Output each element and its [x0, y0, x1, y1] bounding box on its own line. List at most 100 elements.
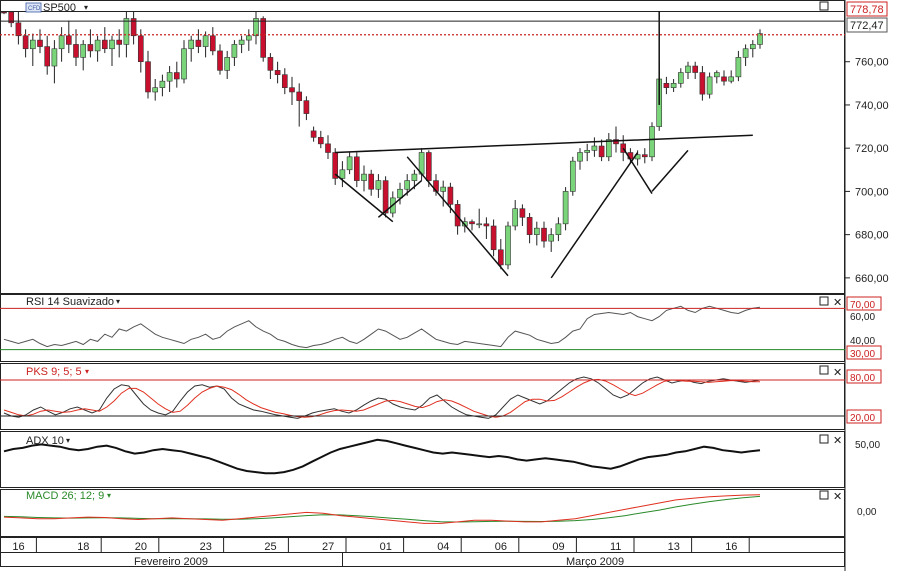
candle-body [22, 35, 29, 50]
candle-body [173, 72, 180, 80]
time-axis-day-label: 13 [668, 541, 680, 553]
candle-body [361, 173, 367, 181]
candle-body [555, 223, 562, 235]
candle-body [101, 39, 108, 50]
candle-body [598, 145, 605, 158]
dropdown-icon[interactable]: ▾ [107, 491, 111, 500]
symbol-label[interactable]: SP500 [43, 2, 76, 14]
candle-body [281, 74, 288, 88]
candle-body [483, 223, 490, 227]
time-axis-day-label: 23 [200, 541, 212, 553]
price-axis-label: 680,00 [855, 230, 889, 242]
candle-body [605, 139, 612, 158]
candle-body [109, 39, 115, 50]
candle-body [404, 180, 411, 190]
month-label-feb: Fevereiro 2009 [134, 556, 208, 568]
dropdown-icon[interactable]: ▾ [85, 367, 89, 376]
candle-body [29, 39, 36, 50]
candle-body [375, 180, 382, 190]
time-axis-day-label: 16 [12, 541, 24, 553]
candle-body [735, 57, 742, 78]
candle-body [289, 87, 295, 93]
candle-body [447, 186, 454, 205]
cfd-badge-label: CFD [28, 6, 41, 12]
maximize-icon[interactable] [819, 296, 829, 306]
candle-body [166, 72, 173, 82]
candle-body [209, 35, 216, 52]
candle-body [37, 39, 43, 47]
candle-body [677, 72, 684, 84]
candle-body [505, 225, 511, 266]
pks-high-tag: 80,00 [850, 373, 875, 384]
candle-body [145, 61, 151, 93]
candle-body [87, 44, 94, 52]
candle-body [490, 225, 497, 251]
rsi-axis-40: 40,00 [850, 336, 875, 347]
candle-body [548, 234, 555, 242]
candle-body [152, 87, 159, 93]
adx-axis-50: 50,00 [855, 440, 880, 451]
candle-body [15, 22, 22, 37]
candle-body [188, 39, 195, 50]
candle-body [749, 44, 756, 50]
dropdown-icon[interactable]: ▾ [66, 436, 70, 445]
candle-body [469, 221, 475, 225]
candle-body [663, 83, 670, 88]
candle-body [116, 39, 123, 45]
price-axis-label: 700,00 [855, 186, 889, 198]
chart-stage: CFD SP500 ▾ 778,78 772,47 760,00 740,00 72… [0, 0, 901, 571]
candle-body [440, 186, 447, 192]
candle-body [728, 76, 735, 82]
close-icon[interactable]: ✕ [833, 367, 842, 379]
candle-body [224, 57, 231, 71]
maximize-icon[interactable] [819, 434, 829, 444]
candle-body [231, 44, 238, 58]
maximize-icon[interactable] [819, 1, 829, 11]
price-tag-current: 772,47 [850, 20, 884, 32]
candle-body [353, 156, 360, 181]
macd-axis-0: 0,00 [857, 507, 877, 518]
price-axis-label: 740,00 [855, 100, 889, 112]
candle-body [685, 65, 691, 73]
time-axis-day-label: 04 [437, 541, 449, 553]
candle-body [260, 18, 267, 58]
candle-body [159, 80, 166, 88]
candle-body [58, 35, 65, 50]
candle-body [476, 223, 483, 226]
candle-body [202, 35, 209, 47]
candle-body [526, 217, 533, 235]
candle-body [512, 208, 519, 227]
dropdown-icon[interactable]: ▾ [84, 3, 88, 12]
time-axis-day-label: 18 [77, 541, 89, 553]
candle-body [296, 91, 303, 101]
candle-body [65, 35, 72, 45]
maximize-icon[interactable] [819, 490, 829, 500]
candle-body [217, 50, 223, 71]
adx-title[interactable]: ADX 10 [26, 435, 64, 447]
candle-body [368, 173, 375, 190]
rsi-title[interactable]: RSI 14 Suavizado [26, 296, 114, 308]
candle-body [425, 152, 432, 181]
close-icon[interactable]: ✕ [833, 297, 842, 309]
candle-body [411, 173, 418, 181]
macd-title[interactable]: MACD 26; 12; 9 [26, 490, 104, 502]
candle-body [577, 152, 583, 162]
close-icon[interactable]: ✕ [833, 491, 842, 503]
candle-body [541, 227, 547, 242]
candle-body [641, 154, 648, 158]
time-axis-day-label: 06 [495, 541, 507, 553]
candle-body [303, 100, 310, 114]
candle-body [267, 57, 274, 71]
candle-body [670, 83, 677, 88]
time-axis-day-label: 11 [610, 541, 621, 553]
pks-title[interactable]: PKS 9; 5; 5 [26, 366, 82, 378]
candle-body [339, 169, 346, 179]
candle-body [497, 249, 504, 266]
candle-body [591, 145, 598, 151]
close-icon[interactable]: ✕ [833, 435, 842, 447]
dropdown-icon[interactable]: ▾ [116, 297, 120, 306]
candle-body [274, 70, 281, 75]
candle-body [584, 150, 591, 153]
candle-body [310, 130, 317, 138]
maximize-icon[interactable] [819, 365, 829, 375]
